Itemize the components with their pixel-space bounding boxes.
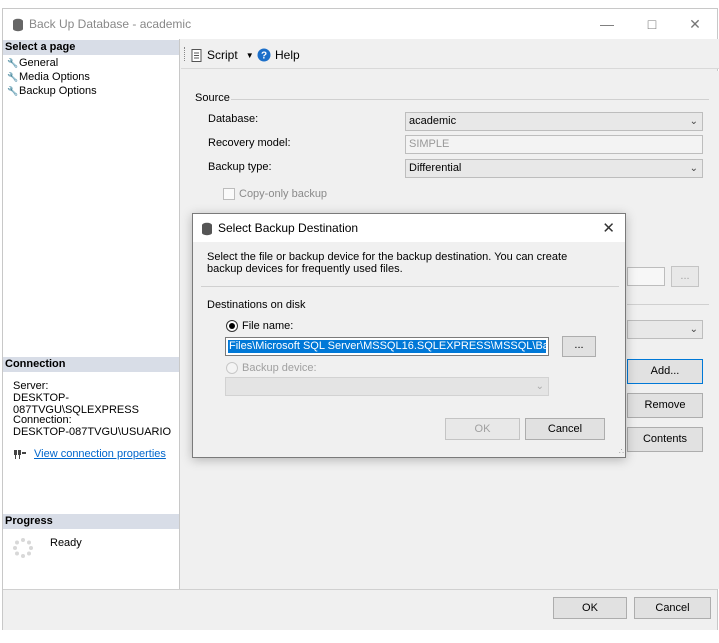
footer-bar: OK Cancel bbox=[3, 589, 717, 630]
window-title: Back Up Database - academic bbox=[29, 17, 192, 31]
backup-device-label: Backup device: bbox=[242, 362, 317, 374]
wrench-icon: 🔧 bbox=[7, 72, 19, 82]
dialog-cancel-button[interactable]: Cancel bbox=[525, 418, 605, 440]
connection-properties-icon bbox=[14, 450, 26, 459]
connection-header: Connection bbox=[3, 357, 179, 372]
left-panel: Select a page 🔧General 🔧Media Options 🔧B… bbox=[3, 39, 180, 589]
copy-only-checkbox[interactable] bbox=[223, 188, 235, 200]
page-backup-options[interactable]: 🔧Backup Options bbox=[7, 84, 97, 98]
backup-type-dropdown[interactable]: Differential ⌄ bbox=[405, 159, 703, 178]
wrench-icon: 🔧 bbox=[7, 58, 19, 68]
help-icon: ? bbox=[257, 48, 271, 62]
dialog-title: Select Backup Destination bbox=[218, 221, 359, 235]
select-backup-destination-dialog: Select Backup Destination ✕ Select the f… bbox=[192, 213, 626, 458]
backup-type-label: Backup type: bbox=[208, 161, 272, 173]
chevron-down-icon: ⌄ bbox=[535, 381, 544, 392]
progress-spinner-icon bbox=[13, 538, 33, 558]
server-label: Server: bbox=[13, 380, 49, 392]
contents-button[interactable]: Contents bbox=[627, 427, 703, 452]
file-browse-button[interactable]: ... bbox=[562, 336, 596, 357]
resize-grip-icon[interactable]: ∴ bbox=[619, 447, 624, 456]
cancel-button[interactable]: Cancel bbox=[634, 597, 711, 619]
destination-browse-button[interactable]: ... bbox=[671, 266, 699, 287]
destination-divider bbox=[627, 304, 709, 305]
title-bar: Back Up Database - academic — □ ✕ bbox=[3, 9, 717, 39]
connection-value: DESKTOP-087TVGU\USUARIO bbox=[13, 426, 172, 438]
script-dropdown-icon[interactable]: ▼ bbox=[246, 51, 254, 60]
close-button[interactable]: ✕ bbox=[686, 15, 704, 33]
copy-only-label: Copy-only backup bbox=[239, 188, 328, 200]
script-button[interactable]: Script ▼ bbox=[191, 48, 254, 62]
minimize-button[interactable]: — bbox=[598, 15, 616, 33]
dialog-close-button[interactable]: ✕ bbox=[602, 219, 615, 237]
help-button[interactable]: ? Help bbox=[257, 48, 300, 62]
database-icon bbox=[202, 222, 212, 236]
destination-path-field bbox=[627, 267, 665, 286]
add-destination-button[interactable]: Add... bbox=[627, 359, 703, 384]
database-dropdown[interactable]: academic ⌄ bbox=[405, 112, 703, 131]
dialog-title-bar: Select Backup Destination ✕ bbox=[193, 214, 625, 242]
remove-destination-button[interactable]: Remove bbox=[627, 393, 703, 418]
source-divider bbox=[231, 99, 709, 100]
progress-status: Ready bbox=[50, 537, 82, 549]
wrench-icon: 🔧 bbox=[7, 86, 19, 96]
svg-text:?: ? bbox=[261, 51, 267, 62]
dialog-description: Select the file or backup device for the… bbox=[207, 251, 568, 275]
view-connection-properties-link[interactable]: View connection properties bbox=[34, 448, 166, 460]
chevron-down-icon: ⌄ bbox=[689, 116, 698, 127]
select-page-header: Select a page bbox=[3, 40, 179, 55]
backup-device-radio[interactable] bbox=[226, 362, 238, 374]
file-name-radio[interactable] bbox=[226, 320, 238, 332]
recovery-model-field: SIMPLE bbox=[405, 135, 703, 154]
backup-device-dropdown[interactable]: ⌄ bbox=[225, 377, 549, 396]
server-value: DESKTOP-087TVGU\SQLEXPRESS bbox=[13, 392, 139, 416]
destination-type-dropdown[interactable]: ⌄ bbox=[627, 320, 703, 339]
page-general[interactable]: 🔧General bbox=[7, 56, 58, 70]
database-icon bbox=[13, 18, 23, 32]
toolbar: Script ▼ ? Help bbox=[181, 39, 719, 69]
destinations-on-disk-label: Destinations on disk bbox=[207, 299, 306, 311]
chevron-down-icon: ⌄ bbox=[689, 324, 698, 335]
recovery-model-label: Recovery model: bbox=[208, 137, 291, 149]
database-label: Database: bbox=[208, 113, 259, 125]
toolbar-grip bbox=[184, 47, 185, 61]
file-name-label: File name: bbox=[242, 320, 294, 332]
source-section-label: Source bbox=[195, 92, 230, 104]
view-connection-row: View connection properties bbox=[13, 448, 166, 460]
maximize-button[interactable]: □ bbox=[643, 15, 661, 33]
progress-header: Progress bbox=[3, 514, 179, 529]
chevron-down-icon: ⌄ bbox=[689, 163, 698, 174]
dialog-ok-button[interactable]: OK bbox=[445, 418, 520, 440]
page-media-options[interactable]: 🔧Media Options bbox=[7, 70, 90, 84]
connection-label: Connection: bbox=[13, 414, 72, 426]
ok-button[interactable]: OK bbox=[553, 597, 627, 619]
dialog-divider bbox=[201, 286, 619, 287]
file-name-input[interactable]: Files\Microsoft SQL Server\MSSQL16.SQLEX… bbox=[225, 337, 549, 356]
script-icon bbox=[191, 48, 202, 62]
